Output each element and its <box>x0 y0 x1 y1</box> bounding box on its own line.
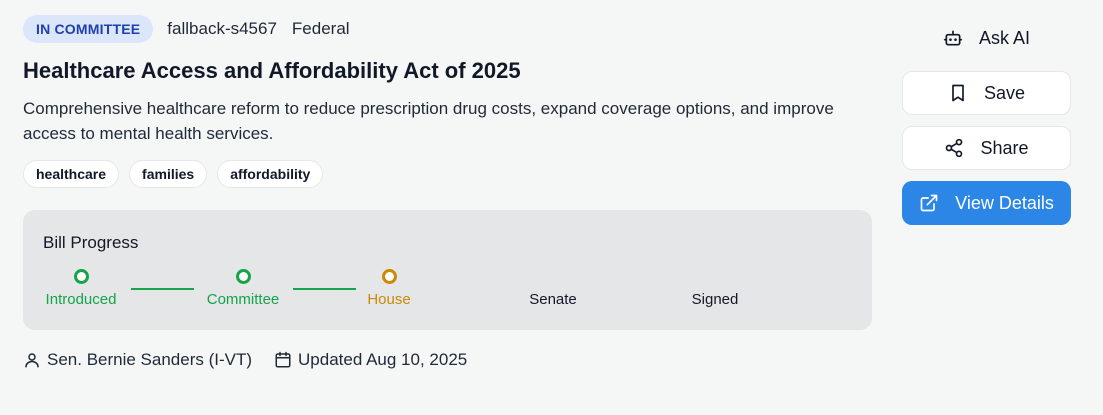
tag-families[interactable]: families <box>129 160 208 188</box>
bill-description: Comprehensive healthcare reform to reduc… <box>23 99 834 143</box>
share-button[interactable]: Share <box>902 126 1071 170</box>
calendar-icon <box>274 351 292 369</box>
share-icon <box>944 138 964 158</box>
stage-connector <box>293 288 356 290</box>
bill-card: IN COMMITTEE fallback-s4567 Federal Heal… <box>23 14 872 369</box>
stage-senate-label: Senate <box>529 291 577 308</box>
stage-house-label: House <box>367 291 411 308</box>
tag-healthcare[interactable]: healthcare <box>23 160 120 188</box>
ask-ai-label: Ask AI <box>978 27 1031 48</box>
tag-affordability[interactable]: affordability <box>217 160 324 188</box>
stage-committee-label: Committee <box>206 291 280 308</box>
view-details-button[interactable]: View Details <box>902 181 1071 225</box>
stage-house-dot <box>382 269 397 284</box>
tag-list: healthcare families affordability <box>23 160 872 188</box>
robot-icon <box>943 28 963 48</box>
action-panel: Ask AI Save Share View Details <box>902 16 1071 225</box>
save-label: Save <box>983 82 1026 103</box>
save-button[interactable]: Save <box>902 71 1071 115</box>
bill-meta-row: IN COMMITTEE fallback-s4567 Federal <box>23 14 872 44</box>
share-label: Share <box>980 137 1029 158</box>
bill-progress-card: Bill Progress Introduced Committee House… <box>23 210 872 330</box>
bill-footer: Sen. Bernie Sanders (I-VT) Updated Aug 1… <box>23 350 467 370</box>
stage-connector <box>131 288 194 290</box>
external-link-icon <box>919 193 939 213</box>
bill-title: Healthcare Access and Affordability Act … <box>23 58 521 83</box>
progress-title: Bill Progress <box>43 233 139 252</box>
view-details-label: View Details <box>955 192 1054 213</box>
jurisdiction: Federal <box>291 19 350 38</box>
ask-ai-button[interactable]: Ask AI <box>902 16 1071 60</box>
updated-date: Updated Aug 10, 2025 <box>298 350 468 369</box>
stage-signed-label: Signed <box>691 291 739 308</box>
user-icon <box>23 351 41 369</box>
status-badge: IN COMMITTEE <box>23 15 154 43</box>
stage-introduced-label: Introduced <box>45 291 117 308</box>
stage-committee-dot <box>236 269 251 284</box>
sponsor-name: Sen. Bernie Sanders (I-VT) <box>47 350 253 369</box>
stage-introduced-dot <box>74 269 89 284</box>
bill-id: fallback-s4567 <box>167 19 277 38</box>
bookmark-icon <box>948 83 968 103</box>
